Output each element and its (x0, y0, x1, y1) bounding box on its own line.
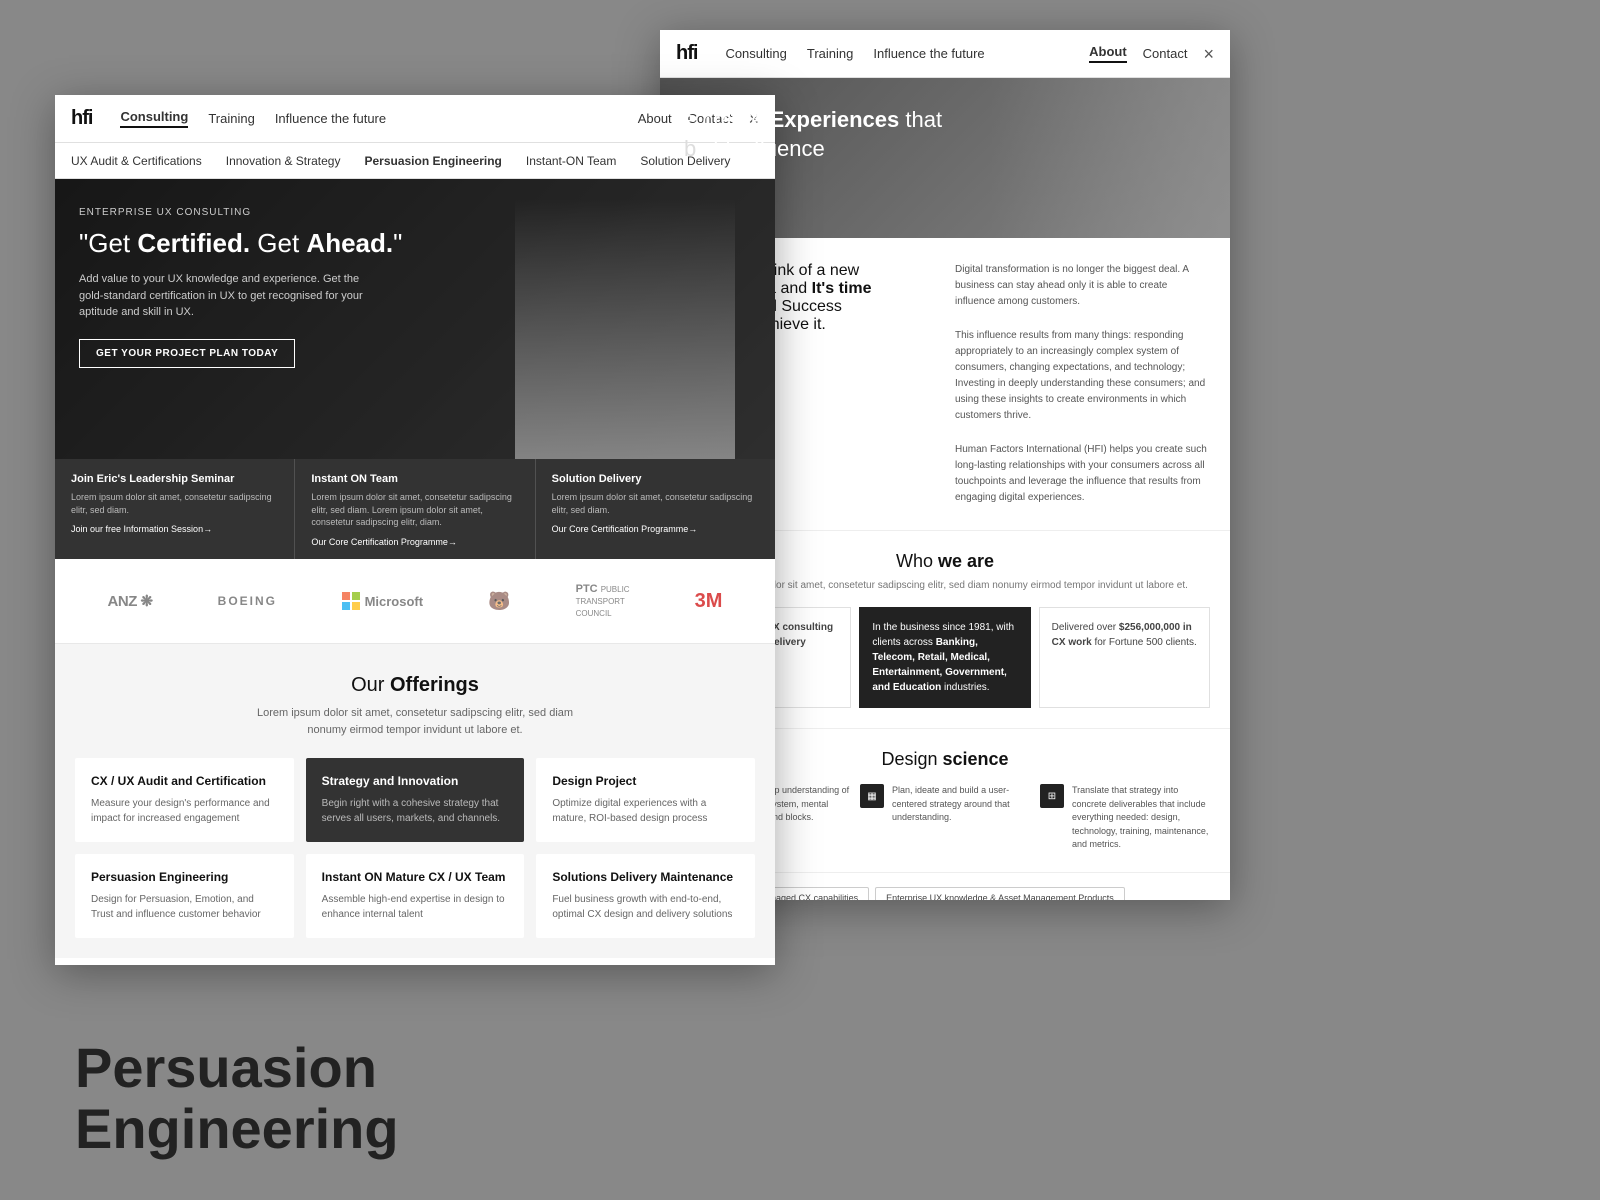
logo-ptc: PTC PUBLICTRANSPORTCOUNCIL (576, 583, 630, 619)
offering-card-title-2: Strategy and Innovation (322, 774, 509, 788)
card-link-2[interactable]: Our Core Certification Programme→ (311, 537, 518, 547)
offering-card-text-5: Assemble high-end expertise in design to… (322, 892, 509, 922)
offering-card-6: Solutions Delivery Maintenance Fuel busi… (536, 854, 755, 938)
design-step-text-3: Translate that strategy into concrete de… (1072, 784, 1210, 852)
offering-card-text-3: Optimize digital experiences with a matu… (552, 796, 739, 826)
offering-card-5: Instant ON Mature CX / UX Team Assemble … (306, 854, 525, 938)
who-card-3: Delivered over $256,000,000 in CX work f… (1039, 607, 1210, 708)
offering-card-text-1: Measure your design's performance and im… (91, 796, 278, 826)
offerings-grid: CX / UX Audit and Certification Measure … (75, 758, 755, 938)
hero-cta-btn[interactable]: GET YOUR PROJECT PLAN TODAY (79, 339, 295, 368)
card-link-3[interactable]: Our Core Certification Programme→ (552, 524, 759, 534)
hero2-content: e create Experiences that build influenc… (660, 78, 1230, 191)
card-title-1: Join Eric's Leadership Seminar (71, 473, 278, 485)
card-row: Join Eric's Leadership Seminar Lorem ips… (55, 459, 775, 559)
offering-card-title-4: Persuasion Engineering (91, 870, 278, 884)
nav-link-consulting-w1[interactable]: Consulting (120, 109, 188, 128)
logo-boeing: BOEING (218, 594, 277, 608)
close-btn-w2[interactable]: × (1203, 45, 1214, 63)
offering-card-text-2: Begin right with a cohesive strategy tha… (322, 796, 509, 826)
ms-sq-green (352, 592, 360, 600)
offering-card-2: Strategy and Innovation Begin right with… (306, 758, 525, 842)
sub-nav-persuasion[interactable]: Persuasion Engineering (364, 154, 501, 168)
card-title-3: Solution Delivery (552, 473, 759, 485)
logo-microsoft: Microsoft (342, 592, 423, 610)
design-step-3: ⊞ Translate that strategy into concrete … (1040, 784, 1210, 852)
design-step-icon-2: ▦ (860, 784, 884, 808)
offering-card-title-6: Solutions Delivery Maintenance (552, 870, 739, 884)
persuasion-big-text: PersuasionEngineering (75, 1037, 399, 1160)
nav-bar-window2: hfi Consulting Training Influence the fu… (660, 30, 1230, 78)
offering-card-text-6: Fuel business growth with end-to-end, op… (552, 892, 739, 922)
sub-nav-ux-audit[interactable]: UX Audit & Certifications (71, 154, 202, 168)
card-item-1: Join Eric's Leadership Seminar Lorem ips… (55, 459, 295, 559)
who-card-2: In the business since 1981, with clients… (859, 607, 1030, 708)
logo-anz: ANZ ❋ (108, 592, 153, 610)
ms-label: Microsoft (365, 594, 424, 609)
design-step-icon-3: ⊞ (1040, 784, 1064, 808)
nav-logo-w2: hfi (676, 42, 697, 65)
card-item-2: Instant ON Team Lorem ipsum dolor sit am… (295, 459, 535, 559)
hero2-title: e create Experiences that build influenc… (684, 106, 1206, 163)
card-text-1: Lorem ipsum dolor sit amet, consetetur s… (71, 491, 278, 516)
offering-card-title-3: Design Project (552, 774, 739, 788)
sub-nav-instant-on[interactable]: Instant-ON Team (526, 154, 616, 168)
card-text-3: Lorem ipsum dolor sit amet, consetetur s… (552, 491, 759, 516)
about-para-3: Human Factors International (HFI) helps … (955, 442, 1210, 506)
about-para-1: Digital transformation is no longer the … (955, 262, 1210, 310)
nav-link-influence-w2[interactable]: Influence the future (873, 46, 984, 61)
card-link-1[interactable]: Join our free Information Session→ (71, 524, 278, 534)
nav-logo-w1: hfi (71, 107, 92, 130)
nav-link-about-w2[interactable]: About (1089, 44, 1127, 63)
logo-transport: 🐻 (488, 591, 510, 612)
logo-3m: 3M (695, 590, 723, 613)
offering-card-text-4: Design for Persuasion, Emotion, and Trus… (91, 892, 278, 922)
design-step-text-2: Plan, ideate and build a user-centered s… (892, 784, 1030, 852)
offering-card-1: CX / UX Audit and Certification Measure … (75, 758, 294, 842)
offerings-title: Our Offerings (75, 674, 755, 697)
ms-grid-icon (342, 592, 360, 610)
nav-link-influence-w1[interactable]: Influence the future (275, 111, 386, 126)
nav-link-consulting-w2[interactable]: Consulting (725, 46, 786, 61)
card-text-2: Lorem ipsum dolor sit amet, consetetur s… (311, 491, 518, 529)
offering-card-title-5: Instant ON Mature CX / UX Team (322, 870, 509, 884)
hero-subtitle: Add value to your UX knowledge and exper… (79, 271, 379, 321)
offering-card-title-1: CX / UX Audit and Certification (91, 774, 278, 788)
offerings-subtitle: Lorem ipsum dolor sit amet, consetetur s… (75, 705, 755, 738)
nav-right-w2: About Contact × (1089, 44, 1214, 63)
cap-tag-asset-mgmt[interactable]: Enterprise UX knowledge & Asset Manageme… (875, 887, 1125, 901)
logos-section: ANZ ❋ BOEING Microsoft 🐻 PTC PUBLICTRANS… (55, 559, 775, 644)
about-para-2: This influence results from many things:… (955, 328, 1210, 424)
hero-w1: ENTERPRISE UX CONSULTING "Get Certified.… (55, 179, 775, 459)
offering-card-4: Persuasion Engineering Design for Persua… (75, 854, 294, 938)
card-item-3: Solution Delivery Lorem ipsum dolor sit … (536, 459, 775, 559)
sub-nav-innovation[interactable]: Innovation & Strategy (226, 154, 341, 168)
about-right: Digital transformation is no longer the … (955, 262, 1210, 506)
design-step-2: ▦ Plan, ideate and build a user-centered… (860, 784, 1030, 852)
hero-tag: ENTERPRISE UX CONSULTING (79, 207, 751, 218)
offering-card-3: Design Project Optimize digital experien… (536, 758, 755, 842)
hero-title: "Get Certified. Get Ahead." (79, 228, 751, 259)
ms-sq-blue (342, 602, 350, 610)
nav-link-training-w1[interactable]: Training (208, 111, 254, 126)
ms-sq-yellow (352, 602, 360, 610)
window1: hfi Consulting Training Influence the fu… (55, 95, 775, 965)
nav-link-contact-w2[interactable]: Contact (1143, 46, 1188, 61)
nav-link-training-w2[interactable]: Training (807, 46, 853, 61)
hero-content: ENTERPRISE UX CONSULTING "Get Certified.… (55, 179, 775, 396)
offerings-section: Our Offerings Lorem ipsum dolor sit amet… (55, 644, 775, 958)
card-title-2: Instant ON Team (311, 473, 518, 485)
ms-sq-red (342, 592, 350, 600)
